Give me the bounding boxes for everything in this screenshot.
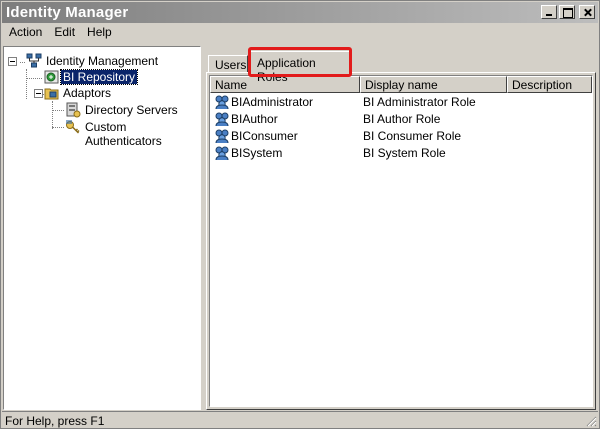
tab-users[interactable]: Users bbox=[208, 55, 248, 73]
table-row[interactable]: BIAdministrator BI Administrator Role bbox=[210, 94, 592, 111]
tree-connector bbox=[52, 101, 53, 129]
identity-manager-window: Identity Manager Action Edit Help Identi… bbox=[0, 0, 600, 429]
role-display-name: BI Consumer Role bbox=[363, 129, 462, 143]
title-bar[interactable]: Identity Manager bbox=[2, 2, 598, 23]
menu-help[interactable]: Help bbox=[81, 23, 118, 42]
tree-connector bbox=[26, 69, 27, 99]
directory-server-icon bbox=[66, 102, 81, 118]
close-button[interactable] bbox=[579, 5, 595, 19]
role-group-icon bbox=[215, 129, 229, 144]
tree-item-identity-management[interactable]: Identity Management bbox=[44, 54, 160, 68]
menu-action[interactable]: Action bbox=[3, 23, 48, 42]
role-name: BISystem bbox=[231, 146, 283, 160]
role-display-name: BI Author Role bbox=[363, 112, 441, 126]
table-row[interactable]: BISystem BI System Role bbox=[210, 145, 592, 162]
window-title: Identity Manager bbox=[6, 4, 129, 21]
tree-item-bi-repository[interactable]: BI Repository bbox=[59, 69, 139, 85]
status-bar: For Help, press F1 bbox=[2, 411, 598, 428]
key-icon bbox=[66, 120, 80, 134]
maximize-button[interactable] bbox=[559, 5, 575, 19]
tab-content-frame: Name Display name Description BIAdminist… bbox=[206, 72, 596, 410]
status-text: For Help, press F1 bbox=[5, 414, 105, 428]
roles-list[interactable]: Name Display name Description BIAdminist… bbox=[209, 75, 593, 407]
role-display-name: BI Administrator Role bbox=[363, 95, 476, 109]
collapse-toggle[interactable] bbox=[8, 57, 17, 66]
resize-grip-icon[interactable] bbox=[585, 415, 597, 427]
detail-pane: Users Application Roles Name Display nam… bbox=[206, 46, 596, 410]
collapse-toggle[interactable] bbox=[34, 89, 43, 98]
tree-connector bbox=[20, 62, 25, 63]
role-group-icon bbox=[215, 112, 229, 127]
menu-bar: Action Edit Help bbox=[3, 23, 118, 42]
tree-item-directory-servers[interactable]: Directory Servers bbox=[83, 103, 180, 117]
tree-item-adaptors[interactable]: Adaptors bbox=[61, 86, 113, 100]
tree-connector bbox=[52, 127, 64, 128]
adaptor-folder-icon bbox=[44, 88, 59, 100]
tab-application-roles[interactable]: Application Roles bbox=[250, 51, 350, 84]
menu-edit[interactable]: Edit bbox=[48, 23, 81, 42]
navigation-tree: Identity Management BI Repository Adapto… bbox=[3, 46, 201, 410]
network-icon bbox=[26, 53, 42, 68]
role-name: BIAdministrator bbox=[231, 95, 314, 109]
tree-connector bbox=[52, 110, 64, 111]
tree-connector bbox=[26, 78, 42, 79]
role-group-icon bbox=[215, 146, 229, 161]
minimize-button[interactable] bbox=[541, 5, 557, 19]
role-group-icon bbox=[215, 95, 229, 110]
role-name: BIAuthor bbox=[231, 112, 278, 126]
table-row[interactable]: BIAuthor BI Author Role bbox=[210, 111, 592, 128]
repository-icon bbox=[44, 70, 59, 84]
table-row[interactable]: BIConsumer BI Consumer Role bbox=[210, 128, 592, 145]
window-controls bbox=[541, 5, 595, 19]
column-header-display-name[interactable]: Display name bbox=[360, 76, 507, 93]
column-header-description[interactable]: Description bbox=[507, 76, 592, 93]
tree-item-custom-authenticators[interactable]: Custom Authenticators bbox=[83, 120, 200, 148]
role-display-name: BI System Role bbox=[363, 146, 446, 160]
role-name: BIConsumer bbox=[231, 129, 298, 143]
